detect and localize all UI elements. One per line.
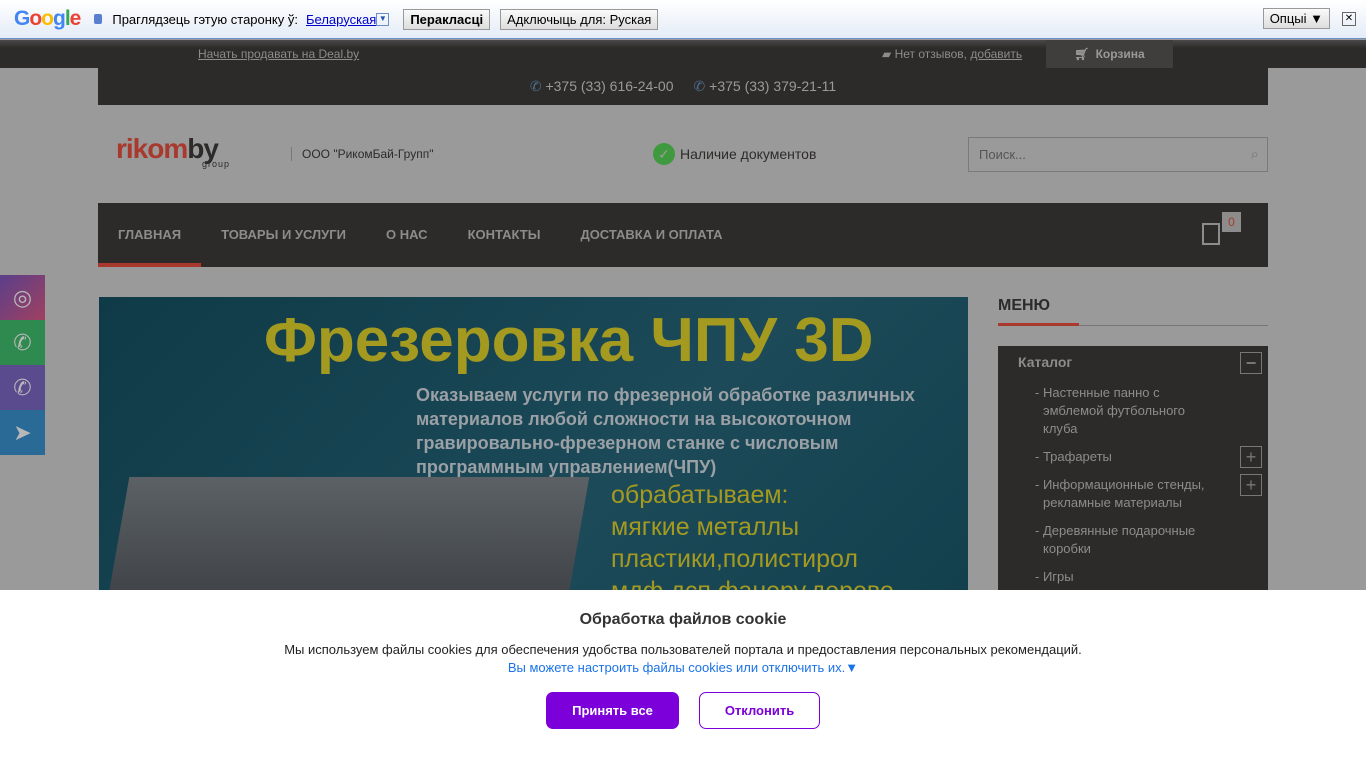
google-translate-bar: Google Праглядзець гэтую старонку ў: Бел… — [0, 0, 1366, 39]
translate-button[interactable]: Перакласці — [403, 8, 491, 30]
phones-bar: ✆ +375 (33) 616-24-00 ✆ +375 (33) 379-21… — [98, 68, 1268, 105]
catalog-item[interactable]: Каталог − — [998, 352, 1268, 380]
close-icon[interactable]: ✕ — [1342, 12, 1356, 26]
phone-icon: ✆ — [693, 78, 706, 94]
reviews-text: Нет отзывов, — [894, 47, 971, 61]
collapse-icon[interactable]: − — [1240, 352, 1262, 374]
logo[interactable]: rikomby group — [116, 133, 229, 169]
language-select[interactable]: Беларуская — [306, 12, 376, 27]
options-button[interactable]: Опцыі ▼ — [1262, 8, 1330, 29]
nav-about[interactable]: О НАС — [366, 203, 448, 267]
cart-icon: 🛒︎ — [1074, 47, 1090, 61]
expand-icon[interactable]: + — [1240, 446, 1262, 468]
menu-item-label: Трафареты — [1042, 449, 1112, 464]
menu-item[interactable]: - Деревянные подарочные коробки — [998, 518, 1268, 564]
banner-list: обрабатываем: мягкие металлы пластики,по… — [611, 479, 894, 597]
expand-icon[interactable]: + — [1240, 474, 1262, 496]
top-bar: Начать продавать на Deal.by ▰ Нет отзыво… — [0, 40, 1366, 68]
language-label: Беларуская — [306, 11, 377, 27]
documents-link[interactable]: ✓ Наличие документов — [653, 143, 816, 165]
phone-number: +375 (33) 379-21-11 — [709, 78, 837, 94]
catalog-label: Каталог — [1018, 354, 1073, 370]
social-links: ◎ ✆ ✆ ➤ — [0, 275, 45, 455]
instagram-icon[interactable]: ◎ — [0, 275, 45, 320]
nav-products[interactable]: ТОВАРЫ И УСЛУГИ — [201, 203, 366, 267]
banner-description: Оказываем услуги по фрезерной обработке … — [416, 385, 915, 477]
dropdown-icon[interactable]: ▼ — [376, 12, 390, 26]
accept-all-button[interactable]: Принять все — [546, 692, 679, 729]
cookie-banner: Обработка файлов cookie Мы используем фа… — [0, 590, 1366, 768]
menu-item[interactable]: - Игры — [998, 564, 1268, 592]
sell-link[interactable]: Начать продавать на Deal.by — [198, 47, 359, 61]
lock-icon — [94, 14, 103, 24]
nav-contacts[interactable]: КОНТАКТЫ — [448, 203, 561, 267]
phone-icon: ✆ — [529, 78, 542, 94]
add-review-link[interactable]: добавить — [970, 47, 1022, 61]
banner-title: Фрезеровка ЧПУ 3D — [264, 306, 874, 375]
header: rikomby group ООО "РикомБай-Групп" ✓ Налич… — [98, 105, 1268, 203]
cart-label: Корзина — [1095, 47, 1145, 61]
menu-item-label: Игры — [1042, 569, 1074, 584]
translate-prompt: Праглядзець гэтую старонку ў: — [112, 11, 298, 27]
menu-item[interactable]: - Трафареты + — [998, 444, 1268, 472]
cnc-machine-image — [104, 477, 590, 597]
search-placeholder: Поиск... — [979, 147, 1026, 162]
reject-button[interactable]: Отклонить — [699, 692, 820, 729]
nav-delivery[interactable]: ДОСТАВКА И ОПЛАТА — [560, 203, 742, 267]
reviews: ▰ Нет отзывов, добавить — [882, 47, 1022, 61]
menu-item[interactable]: - Настенные панно с эмблемой футбольного… — [998, 380, 1268, 444]
phone-2[interactable]: ✆ +375 (33) 379-21-11 — [694, 78, 837, 95]
company-name: ООО "РикомБай-Групп" — [291, 147, 433, 161]
google-logo: Google — [14, 7, 81, 30]
cookie-settings-link[interactable]: Вы можете настроить файлы cookies или от… — [0, 660, 1366, 675]
documents-label: Наличие документов — [680, 146, 817, 162]
telegram-icon[interactable]: ➤ — [0, 410, 45, 455]
phone-number: +375 (33) 616-24-00 — [545, 78, 674, 94]
banner-list-item: мягкие металлы — [611, 513, 800, 541]
cookie-description: Мы используем файлы cookies для обеспече… — [284, 642, 1082, 657]
cookie-title: Обработка файлов cookie — [579, 611, 787, 628]
whatsapp-icon[interactable]: ✆ — [0, 320, 45, 365]
main-nav: ГЛАВНАЯ ТОВАРЫ И УСЛУГИ О НАС КОНТАКТЫ Д… — [98, 203, 1268, 267]
menu-item-label: Информационные стенды, рекламные материа… — [1042, 477, 1205, 510]
search-input[interactable]: Поиск... ⌕ — [968, 137, 1268, 172]
menu-item-label: Деревянные подарочные коробки — [1042, 523, 1196, 556]
nav-home[interactable]: ГЛАВНАЯ — [98, 203, 202, 267]
comment-icon: ▰ — [882, 47, 892, 61]
sidebar-title: МЕНЮ — [998, 297, 1268, 326]
check-icon: ✓ — [653, 143, 675, 165]
menu-item-label: Настенные панно с эмблемой футбольного к… — [1042, 385, 1185, 436]
banner-list-item: обрабатываем: — [611, 481, 789, 509]
promo-banner[interactable]: Фрезеровка ЧПУ 3D Оказываем услуги по фр… — [99, 297, 968, 597]
cart-count-badge: 0 — [1222, 212, 1241, 232]
search-icon[interactable]: ⌕ — [1251, 146, 1259, 163]
shopping-bag-icon[interactable] — [1202, 223, 1220, 245]
banner-list-item: пластики,полистирол — [611, 545, 858, 573]
disable-translate-button[interactable]: Адключыць для: Руская — [500, 8, 659, 30]
viber-icon[interactable]: ✆ — [0, 365, 45, 410]
cart-button[interactable]: 🛒︎ Корзина — [1046, 40, 1173, 68]
phone-1[interactable]: ✆ +375 (33) 616-24-00 — [530, 78, 674, 95]
menu-item[interactable]: - Информационные стенды, рекламные матер… — [998, 472, 1268, 518]
